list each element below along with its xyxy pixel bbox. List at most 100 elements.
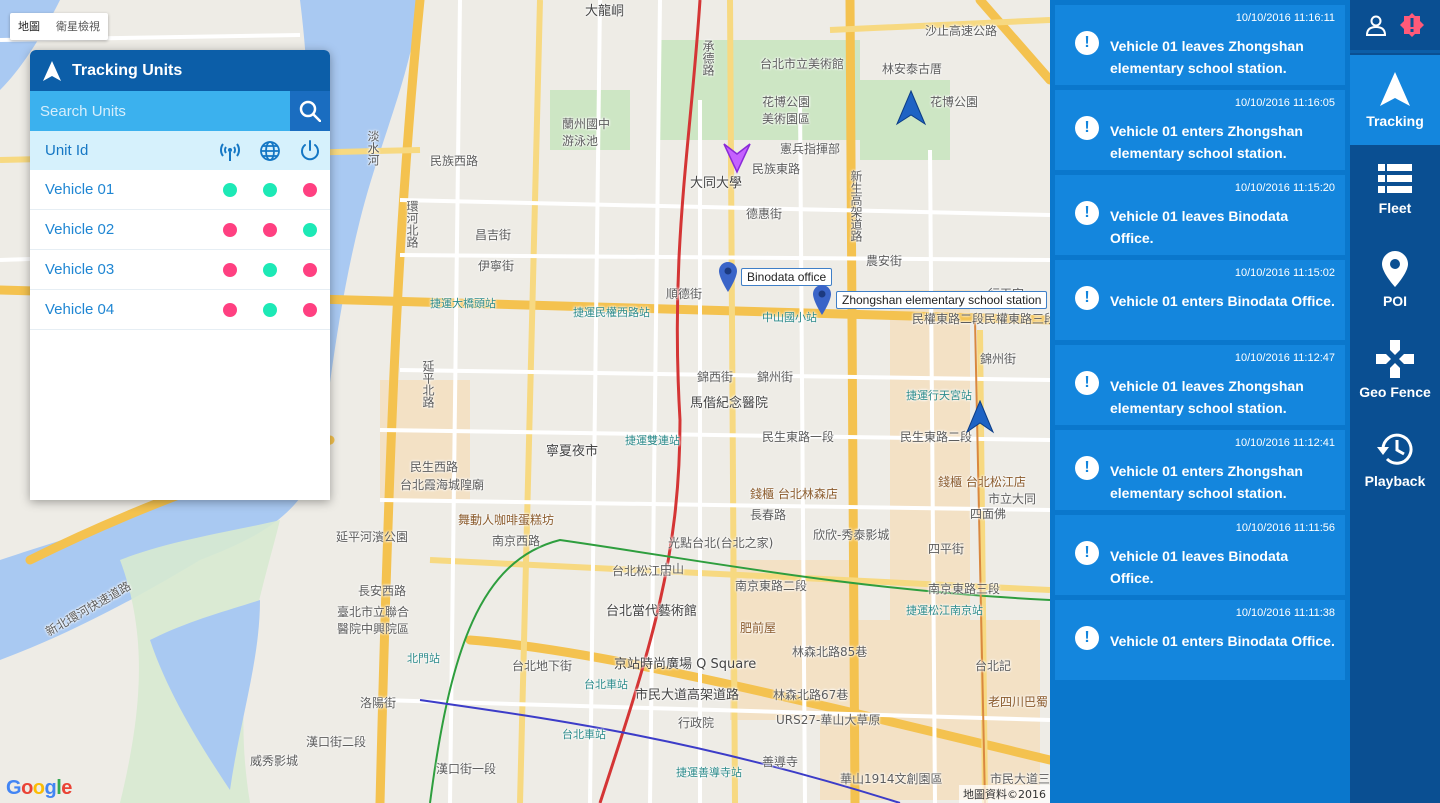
event-message: Vehicle 01 enters Zhongshan elementary s… — [1110, 463, 1303, 501]
gps-status-dot — [263, 302, 277, 317]
unit-row-vehicle-03[interactable]: Vehicle 03 — [30, 250, 330, 290]
unit-name: Vehicle 01 — [45, 181, 115, 198]
vehicle-marker-icon[interactable] — [722, 142, 752, 180]
map-label: 大龍峒 — [585, 4, 625, 19]
map-label: 肥前屋 — [740, 621, 777, 635]
info-icon: ! — [1075, 456, 1099, 480]
search-icon — [299, 100, 321, 122]
nav-label: Tracking — [1366, 113, 1424, 129]
navigation-arrow-icon — [1380, 72, 1410, 106]
unit-row-vehicle-02[interactable]: Vehicle 02 — [30, 210, 330, 250]
map-label: 錢櫃 台北林森店 — [750, 487, 838, 501]
map-type-toggle[interactable]: 地圖 衛星檢視 — [10, 13, 108, 40]
map-label: 捷運大橋頭站 — [430, 297, 496, 310]
satellite-view-button[interactable]: 衛星檢視 — [48, 13, 108, 40]
vehicle-marker-icon[interactable] — [965, 400, 995, 434]
nav-playback[interactable]: Playback — [1350, 415, 1440, 505]
event-message: Vehicle 01 leaves Zhongshan elementary s… — [1110, 378, 1304, 416]
main-sidebar: Tracking Fleet POI Geo Fence Playback — [1350, 0, 1440, 803]
poi-label-zhongshan[interactable]: Zhongshan elementary school station — [836, 291, 1048, 309]
vehicle-marker-icon[interactable] — [895, 90, 927, 126]
event-card[interactable]: 10/10/2016 11:16:05 ! Vehicle 01 enters … — [1055, 90, 1345, 170]
map-label: 民權東路三段 — [984, 312, 1050, 326]
alert-icon[interactable] — [1399, 12, 1425, 38]
list-icon — [1378, 164, 1412, 193]
info-icon: ! — [1075, 541, 1099, 565]
map-label: 錦州街 — [980, 352, 1017, 366]
unit-name: Vehicle 02 — [45, 221, 115, 238]
info-icon: ! — [1075, 371, 1099, 395]
search-input[interactable] — [30, 91, 290, 131]
gps-status-dot — [263, 262, 277, 277]
power-status-dot — [303, 222, 317, 237]
event-time: 10/10/2016 11:16:11 — [1235, 12, 1335, 24]
poi-label-binodata[interactable]: Binodata office — [741, 268, 833, 286]
map-pin-icon[interactable] — [719, 262, 737, 292]
map-label: 林森北路85巷 — [792, 645, 868, 659]
map-label: 台北車站 — [584, 678, 628, 691]
event-time: 10/10/2016 11:11:56 — [1235, 522, 1335, 534]
map-label: 捷運行天宮站 — [906, 389, 972, 402]
nav-fleet[interactable]: Fleet — [1350, 145, 1440, 235]
nav-label: Fleet — [1378, 200, 1412, 216]
info-icon: ! — [1075, 626, 1099, 650]
map-label: 新生高架道路 — [849, 170, 863, 242]
unit-row-vehicle-01[interactable]: Vehicle 01 — [30, 170, 330, 210]
user-icon[interactable] — [1365, 14, 1387, 36]
event-card[interactable]: 10/10/2016 11:16:11 ! Vehicle 01 leaves … — [1055, 5, 1345, 85]
map-label: 昌吉街 — [475, 228, 512, 242]
unit-name: Vehicle 03 — [45, 261, 115, 278]
event-card[interactable]: 10/10/2016 11:11:38 ! Vehicle 01 enters … — [1055, 600, 1345, 680]
map-view-button[interactable]: 地圖 — [10, 13, 48, 40]
map-label: 老四川巴蜀 — [988, 695, 1049, 709]
map-label: 德惠街 — [746, 207, 783, 221]
map-label: 中山 — [660, 562, 685, 576]
map-label: 台北霞海城隍廟 — [400, 478, 485, 492]
map-label: 漢口街二段 — [306, 735, 367, 749]
event-card[interactable]: 10/10/2016 11:12:41 ! Vehicle 01 enters … — [1055, 430, 1345, 510]
map-label: 北門站 — [407, 652, 440, 665]
panel-title: Tracking Units — [72, 61, 183, 79]
map-label: 捷運善導寺站 — [676, 766, 742, 779]
map-label: 淡水河 — [366, 130, 380, 166]
signal-status-dot — [223, 302, 237, 317]
google-logo: Google — [6, 777, 72, 799]
map-label: 林森北路67巷 — [773, 688, 849, 702]
sidebar-topbar — [1350, 0, 1440, 53]
event-message: Vehicle 01 leaves Zhongshan elementary s… — [1110, 38, 1304, 76]
map-label: 民生東路一段 — [762, 430, 835, 444]
map-pin-icon — [1382, 251, 1408, 287]
signal-status-dot — [223, 222, 237, 237]
search-button[interactable] — [290, 91, 330, 131]
map-label: 行政院 — [678, 716, 715, 730]
map-label: 南京西路 — [492, 534, 541, 548]
power-status-dot — [303, 182, 317, 197]
nav-poi[interactable]: POI — [1350, 235, 1440, 325]
event-card[interactable]: 10/10/2016 11:11:56 ! Vehicle 01 leaves … — [1055, 515, 1345, 595]
power-status-dot — [303, 262, 317, 277]
map-label: 延平北路 — [421, 360, 435, 408]
event-card[interactable]: 10/10/2016 11:15:02 ! Vehicle 01 enters … — [1055, 260, 1345, 340]
map-label: 台北記 — [975, 659, 1012, 673]
map-label: 民權東路二段 — [912, 312, 985, 326]
nav-tracking[interactable]: Tracking — [1350, 55, 1440, 145]
map-label: 善導寺 — [762, 755, 799, 769]
event-card[interactable]: 10/10/2016 11:12:47 ! Vehicle 01 leaves … — [1055, 345, 1345, 425]
event-message: Vehicle 01 leaves Binodata Office. — [1110, 208, 1289, 246]
map-label: 台北地下街 — [512, 659, 573, 673]
nav-label: Playback — [1364, 473, 1426, 489]
gps-status-dot — [263, 222, 277, 237]
event-time: 10/10/2016 11:12:47 — [1234, 352, 1335, 364]
map-label: 臺北市立聯合醫院中興院區 — [337, 605, 410, 636]
map-label: 花博公園 — [930, 95, 979, 109]
event-card[interactable]: 10/10/2016 11:15:20 ! Vehicle 01 leaves … — [1055, 175, 1345, 255]
map-label: 民族西路 — [430, 154, 479, 168]
unit-id-column[interactable]: Unit Id — [45, 142, 210, 159]
map-label: 馬偕紀念醫院 — [690, 396, 769, 411]
info-icon: ! — [1075, 31, 1099, 55]
map-label: 南京東路二段 — [735, 579, 808, 593]
nav-geo-fence[interactable]: Geo Fence — [1350, 325, 1440, 415]
map-pin-icon[interactable] — [813, 285, 831, 315]
navigation-arrow-icon — [43, 60, 61, 81]
unit-row-vehicle-04[interactable]: Vehicle 04 — [30, 290, 330, 330]
